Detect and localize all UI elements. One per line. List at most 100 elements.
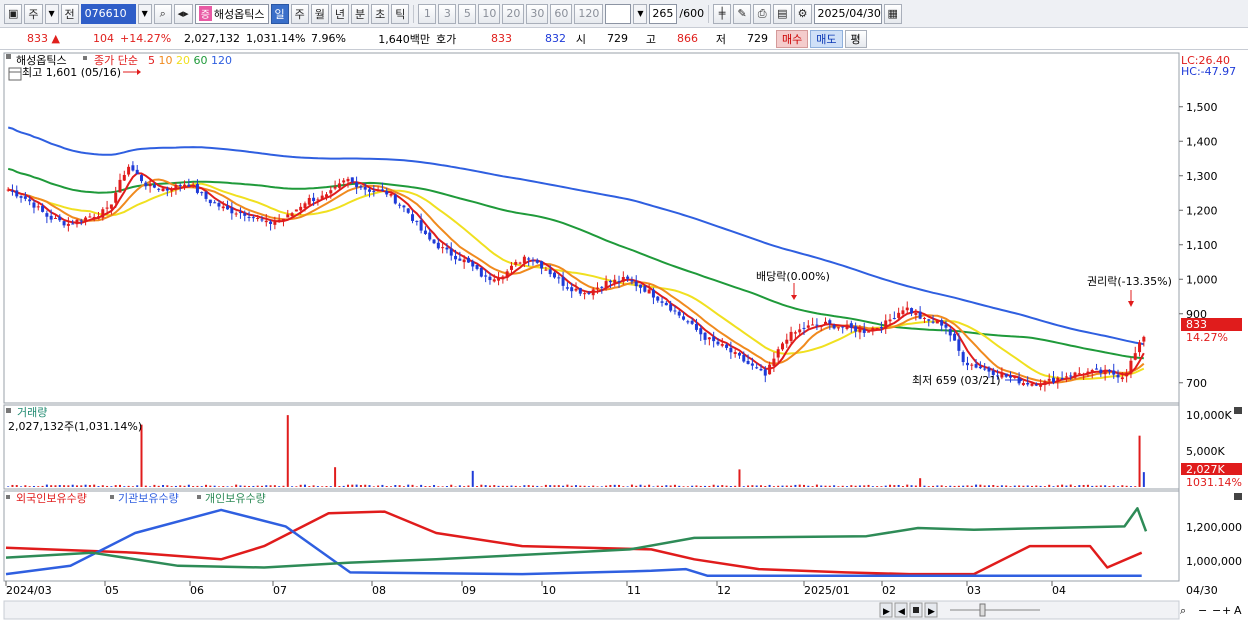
eval-button[interactable]: 평 [844,29,867,48]
interval-button-30[interactable]: 30 [526,3,549,24]
candle [449,248,453,256]
volume-tag-text: 2,027K [1186,463,1225,476]
candle [243,213,247,216]
price-axis-label: 700 [1186,377,1207,390]
candle [329,190,333,194]
candle [1026,382,1030,385]
period-tab-6[interactable]: 틱 [391,3,410,24]
zoom-thumb[interactable] [979,603,986,617]
save-icon[interactable]: ▤ [773,3,792,24]
candle [183,184,187,187]
candle [621,277,625,282]
speaker-icon[interactable]: ◂▸ [173,3,193,24]
chevron-down-icon[interactable]: ▼ [44,3,59,24]
interval-button-5[interactable]: 5 [458,3,477,24]
calendar-icon[interactable] [8,67,22,81]
window-icon[interactable]: ▣ [4,3,23,24]
candle [368,189,372,192]
minus-icon[interactable]: − [1198,604,1207,617]
candle [208,199,212,204]
close-icon[interactable] [1234,407,1242,414]
chart-area[interactable]: 해성옵틱스 종가 단순 5 10 20 60 120 최고 1,601 (05/… [0,50,1248,621]
candle [626,276,630,279]
draw-icon[interactable]: ✎ [733,3,752,24]
date-input[interactable]: 2025/04/30 [813,3,882,24]
candle [755,367,759,369]
candle [1077,373,1081,375]
candle [312,197,316,202]
candle [320,195,324,199]
period-tab-3[interactable]: 년 [330,3,350,24]
candle [699,328,703,335]
candle [316,199,320,201]
candle [213,202,217,204]
sell-button[interactable]: 매도 [810,29,843,48]
date-axis-label: 12 [717,584,731,597]
candle [92,216,96,219]
interval-button-120[interactable]: 120 [574,3,604,24]
interval-button-3[interactable]: 3 [438,3,457,24]
candle [552,272,556,278]
interval-button-20[interactable]: 20 [502,3,525,24]
candle [591,289,595,296]
candle [1138,342,1142,353]
candle [260,219,264,221]
candle [527,258,531,260]
candle [135,169,139,175]
candle [1112,370,1116,375]
font-icon[interactable]: A [1234,604,1242,617]
gear-icon[interactable]: ⚙ [793,3,812,24]
mode-select[interactable]: 주 [24,3,43,24]
candle-icon[interactable]: ╪ [713,3,732,24]
period-tab-5[interactable]: 초 [371,3,390,24]
calendar-icon[interactable]: ▦ [883,3,902,24]
count-input[interactable]: 265 [649,3,678,24]
jeon-button[interactable]: 전 [60,3,79,24]
candle [36,206,40,208]
interval-button-60[interactable]: 60 [550,3,573,24]
search-icon[interactable]: ⌕ [153,3,172,24]
volume-axis-0: 10,000K [1186,409,1232,422]
candle [733,352,737,354]
turnover: 7.96% [311,32,346,45]
candle [497,277,501,281]
chevron-down-icon[interactable]: ▼ [137,3,152,24]
hc-label: HC:-47.97 [1181,65,1236,78]
volume-axis-1: 5,000K [1186,445,1225,458]
svg-text:▶: ▶ [928,607,935,617]
candle [927,319,931,321]
candle [1090,369,1094,373]
candle [1073,372,1077,378]
candle [200,192,204,194]
interval-button-10[interactable]: 10 [478,3,501,24]
stock-name-field[interactable]: 증 해성옵틱스 [194,3,269,24]
candle [974,364,978,368]
candle [1064,376,1068,378]
period-tab-4[interactable]: 분 [351,3,370,24]
candle [514,261,518,265]
candle [28,199,32,202]
current-price-field: 833 ▲ [0,32,66,45]
candle [905,307,909,311]
date-axis-label: 06 [190,584,204,597]
candle [763,369,767,376]
buy-button[interactable]: 매수 [776,29,809,48]
minus-icon[interactable]: − [1212,604,1221,617]
open-price: 729 [607,32,628,45]
stock-code-input[interactable]: 076610 [80,3,136,24]
close-icon[interactable] [1234,493,1242,500]
stock-chart[interactable]: 해성옵틱스 종가 단순 5 10 20 60 120 최고 1,601 (05/… [0,50,1248,621]
candle [389,193,393,196]
period-tab-0[interactable]: 일 [270,3,289,24]
holdings-legend: 외국인보유수량 기관보유수량 개인보유수량 [6,492,266,505]
period-tab-1[interactable]: 주 [290,3,309,24]
zoom-out-icon[interactable]: ⌕ [1180,604,1186,617]
print-icon[interactable]: ⎙ [753,3,772,24]
plus-icon[interactable]: + [1222,604,1231,617]
custom-interval-input[interactable] [605,3,632,24]
period-tab-2[interactable]: 월 [310,3,329,24]
candle [604,281,608,288]
candle [1056,377,1060,382]
interval-button-1[interactable]: 1 [418,3,437,24]
chevron-down-icon[interactable]: ▼ [633,3,648,24]
